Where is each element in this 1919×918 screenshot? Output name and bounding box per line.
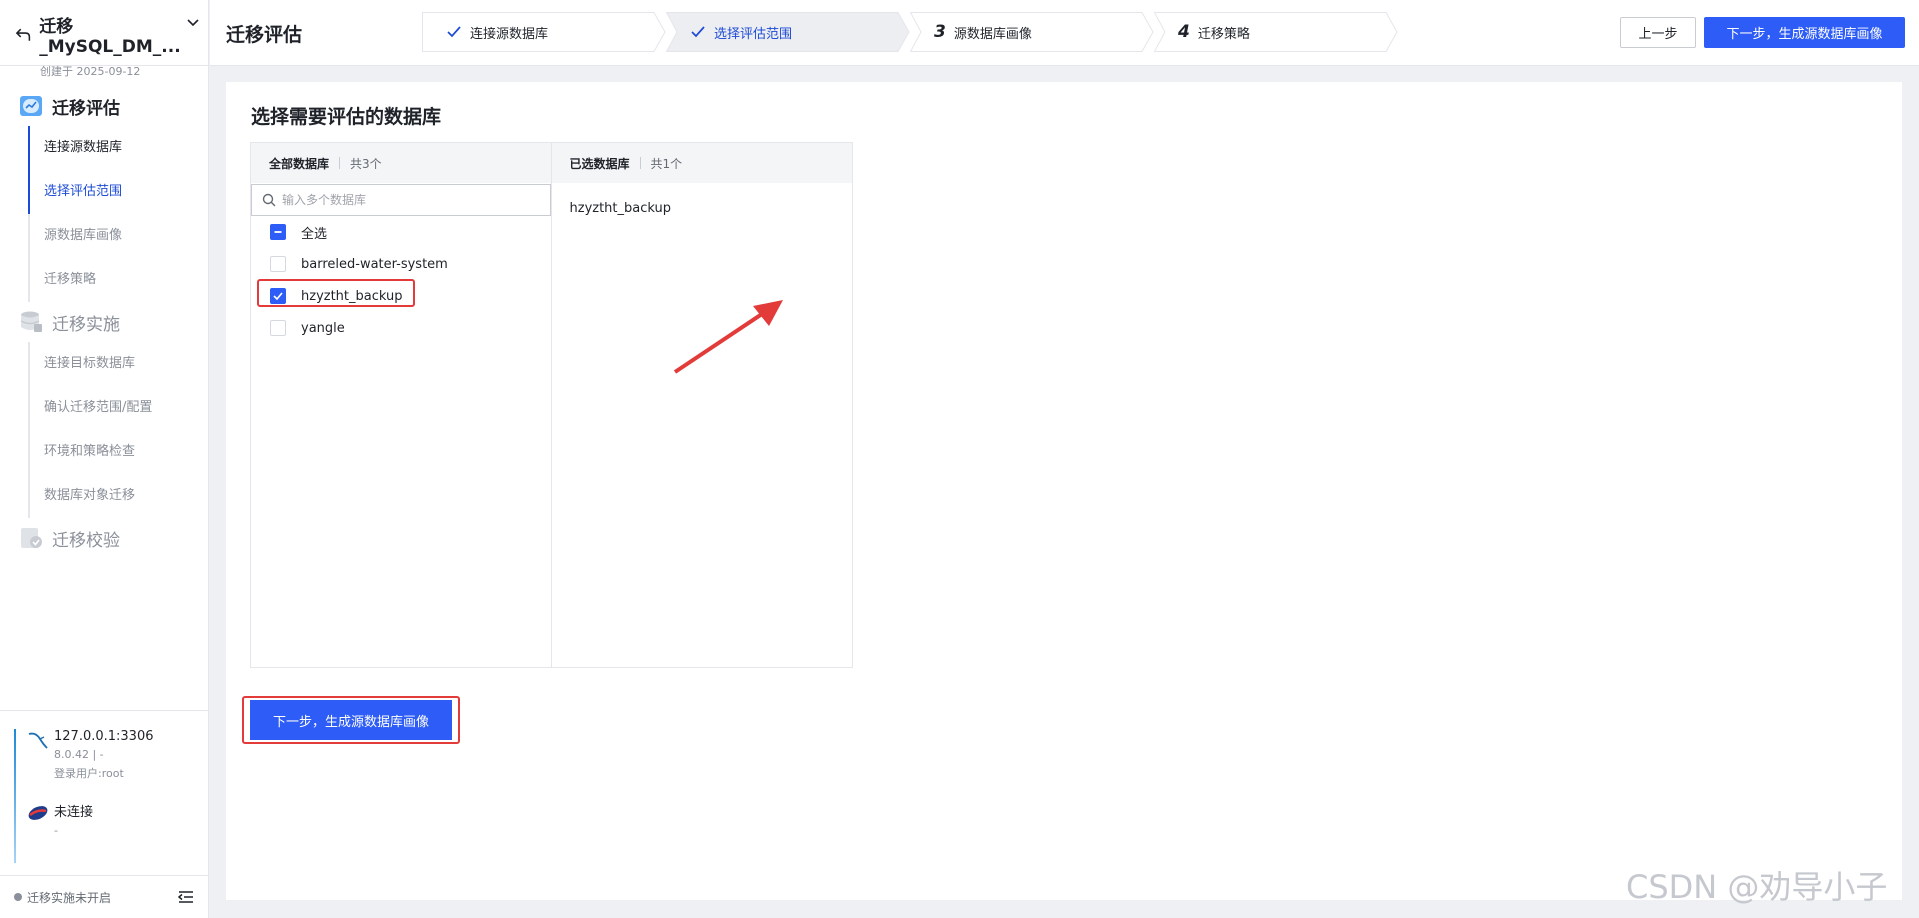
implement-status-text: 迁移实施未开启 — [27, 890, 112, 905]
highlight-box — [257, 279, 415, 307]
step-select-scope[interactable]: 选择评估范围 — [666, 12, 910, 52]
sidebar-footer: 迁移实施未开启 — [0, 875, 209, 918]
selected-databases-pane: 已选数据库 共1个 hzyztht_backup — [551, 143, 853, 667]
menu-group-assess[interactable]: 迁移评估 — [0, 86, 208, 126]
all-databases-count: 共3个 — [350, 156, 382, 171]
back-arrow-icon[interactable] — [14, 25, 33, 45]
assessment-icon — [20, 96, 42, 116]
search-icon — [262, 193, 276, 207]
selected-databases-header: 已选数据库 共1个 — [551, 143, 852, 183]
previous-step-button[interactable]: 上一步 — [1620, 17, 1696, 48]
menu-item-select-scope[interactable]: 选择评估范围 — [28, 170, 208, 214]
indeterminate-icon — [274, 231, 282, 233]
database-icon — [20, 311, 42, 332]
step-number: 4 — [1178, 22, 1190, 42]
top-bar: 迁移评估 连接源数据库 选择评估范围 3 源数据库画像 4 迁移策略 上一步 下… — [210, 0, 1919, 66]
step-number: 3 — [934, 22, 946, 42]
selected-databases-title: 已选数据库 — [569, 156, 630, 171]
project-created-date: 创建于 2025-09-12 — [40, 65, 141, 78]
menu-item-connect-source[interactable]: 连接源数据库 — [28, 126, 208, 170]
database-search[interactable] — [251, 184, 551, 216]
menu-item-source-profile[interactable]: 源数据库画像 — [30, 214, 208, 258]
database-name: barreled-water-system — [301, 256, 448, 272]
selected-databases-count: 共1个 — [650, 156, 683, 171]
step-label: 选择评估范围 — [714, 26, 793, 42]
watermark: CSDN @劝导小子 — [1626, 868, 1888, 906]
database-option[interactable]: barreled-water-system — [251, 248, 551, 280]
target-status: 未连接 — [54, 805, 94, 820]
select-all-checkbox[interactable] — [270, 224, 286, 240]
source-user: 登录用户:root — [54, 767, 124, 780]
select-all-label: 全选 — [301, 226, 328, 242]
menu-sub-list: 连接源数据库 选择评估范围 源数据库画像 迁移策略 — [28, 126, 208, 302]
collapse-menu-icon[interactable] — [177, 888, 195, 906]
menu-item-env-check[interactable]: 环境和策略检查 — [30, 430, 208, 474]
main-panel: 选择需要评估的数据库 全部数据库 共3个 全选 barreled-water-s… — [226, 82, 1902, 900]
verify-icon — [21, 528, 42, 548]
check-icon — [691, 26, 705, 38]
divider — [339, 157, 341, 169]
nav-menu: 迁移评估 连接源数据库 选择评估范围 源数据库画像 迁移策略 迁移实施 连接目标… — [0, 66, 208, 558]
step-label: 连接源数据库 — [470, 26, 549, 42]
step-label: 源数据库画像 — [953, 26, 1032, 42]
database-option[interactable]: yangle — [251, 312, 551, 344]
menu-group-implement[interactable]: 迁移实施 — [0, 302, 208, 342]
source-version: 8.0.42 | - — [54, 748, 104, 761]
selected-database-item[interactable]: hzyztht_backup — [552, 183, 853, 216]
database-checkbox[interactable] — [270, 320, 286, 336]
menu-group-verify[interactable]: 迁移校验 — [0, 518, 208, 558]
menu-item-strategy[interactable]: 迁移策略 — [30, 258, 208, 302]
sidebar: 迁移_MySQL_DM_... 创建于 2025-09-12 迁移评估 连接源数… — [0, 0, 209, 918]
menu-item-connect-target[interactable]: 连接目标数据库 — [30, 342, 208, 386]
connection-panel: 127.0.0.1:3306 8.0.42 | - 登录用户:root 未连接 … — [0, 710, 209, 875]
menu-group-label: 迁移实施 — [52, 314, 120, 335]
annotation-arrow — [673, 300, 783, 374]
database-transfer: 全部数据库 共3个 全选 barreled-water-system hzyzt… — [250, 142, 853, 668]
step-connect-source[interactable]: 连接源数据库 — [422, 12, 666, 52]
menu-group-label: 迁移校验 — [52, 530, 120, 551]
source-connection[interactable]: 127.0.0.1:3306 8.0.42 | - 登录用户:root — [14, 729, 209, 781]
all-databases-header: 全部数据库 共3个 — [251, 143, 551, 183]
step-strategy[interactable]: 4 迁移策略 — [1154, 12, 1398, 52]
database-name: yangle — [301, 320, 345, 336]
dm-database-icon — [28, 806, 48, 820]
page-title: 迁移评估 — [226, 24, 303, 46]
next-step-button[interactable]: 下一步，生成源数据库画像 — [1704, 17, 1905, 48]
stepper: 连接源数据库 选择评估范围 3 源数据库画像 4 迁移策略 — [422, 12, 1398, 52]
all-databases-title: 全部数据库 — [269, 156, 330, 171]
mysql-icon — [28, 732, 48, 749]
chevron-down-icon[interactable] — [186, 16, 200, 30]
project-name: 迁移_MySQL_DM_... — [39, 17, 181, 57]
source-host: 127.0.0.1:3306 — [54, 729, 154, 744]
database-checkbox[interactable] — [270, 256, 286, 272]
project-header[interactable]: 迁移_MySQL_DM_... 创建于 2025-09-12 — [0, 0, 208, 78]
implement-status: 迁移实施未开启 — [14, 889, 111, 906]
database-search-input[interactable] — [282, 193, 532, 207]
menu-item-object-migration[interactable]: 数据库对象迁移 — [30, 474, 208, 518]
menu-group-label: 迁移评估 — [52, 98, 120, 119]
check-icon — [447, 26, 461, 38]
status-dot — [14, 893, 22, 901]
target-connection[interactable]: 未连接 - — [14, 801, 209, 837]
menu-sub-list: 连接目标数据库 确认迁移范围/配置 环境和策略检查 数据库对象迁移 — [28, 342, 208, 518]
step-label: 迁移策略 — [1197, 26, 1250, 42]
all-databases-pane: 全部数据库 共3个 全选 barreled-water-system hzyzt… — [251, 143, 552, 667]
next-generate-profile-button[interactable]: 下一步，生成源数据库画像 — [250, 700, 452, 740]
step-source-profile[interactable]: 3 源数据库画像 — [910, 12, 1154, 52]
target-version: - — [54, 824, 58, 837]
menu-item-confirm-scope[interactable]: 确认迁移范围/配置 — [30, 386, 208, 430]
select-all-option[interactable]: 全选 — [251, 216, 551, 248]
section-title: 选择需要评估的数据库 — [251, 106, 442, 128]
divider — [639, 157, 641, 169]
